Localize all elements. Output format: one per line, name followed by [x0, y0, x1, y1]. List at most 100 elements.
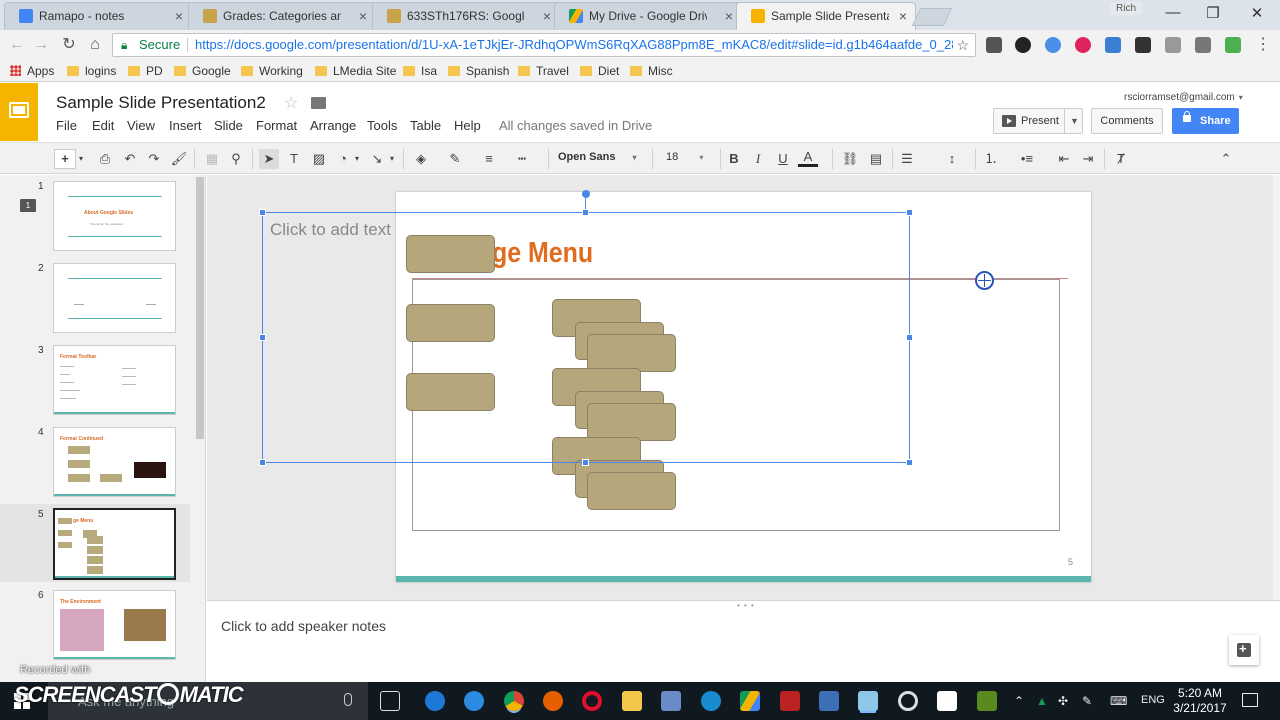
bold-icon[interactable]: B — [724, 149, 744, 169]
menu-table[interactable]: Table — [410, 118, 441, 133]
slide-thumbnail-1[interactable]: About Google Slides Tutorial for the edu… — [53, 181, 176, 251]
menu-format[interactable]: Format — [256, 118, 297, 133]
restore-icon[interactable]: ❐ — [1198, 4, 1228, 22]
slide-thumbnail-5[interactable]: ge Menu — [53, 508, 176, 580]
browser-tab-grades[interactable]: Grades: Categories and I × — [188, 2, 376, 30]
chrome-icon[interactable] — [504, 691, 524, 711]
canvas-scrollbar[interactable] — [1273, 175, 1280, 600]
microphone-icon[interactable] — [344, 693, 352, 706]
app-icon[interactable] — [898, 691, 918, 711]
notes-placeholder[interactable]: Click to add speaker notes — [221, 618, 386, 634]
bookmark-folder[interactable]: Working — [241, 63, 303, 79]
system-clock[interactable]: 5:20 AM 3/21/2017 — [1168, 686, 1232, 716]
paint-format-icon[interactable]: 🖌︎ — [169, 149, 189, 169]
bookmark-apps[interactable]: Apps — [10, 63, 54, 79]
browser-tab-slides[interactable]: Sample Slide Presentatio × — [736, 2, 916, 30]
extension-icon[interactable] — [986, 37, 1002, 53]
bookmark-folder[interactable]: Misc — [630, 63, 673, 79]
bookmark-folder[interactable]: Google — [174, 63, 231, 79]
back-icon[interactable]: ← — [6, 34, 28, 56]
decrease-indent-icon[interactable]: ⇤ — [1054, 149, 1074, 169]
collapse-icon[interactable]: ⌃ — [1216, 149, 1236, 169]
fill-color-icon[interactable]: ◈ — [411, 149, 431, 169]
file-explorer-icon[interactable] — [622, 691, 642, 711]
resize-handle-w[interactable] — [259, 334, 266, 341]
extension-icon[interactable] — [1135, 37, 1151, 53]
drive-tray-icon[interactable]: ▲ — [1036, 694, 1048, 708]
app-icon[interactable] — [780, 691, 800, 711]
bulleted-list-icon[interactable]: •≡ — [1017, 149, 1037, 169]
bookmark-star-icon[interactable]: ☆ — [956, 34, 969, 56]
shape-icon[interactable]: ◔ — [333, 149, 353, 169]
menu-help[interactable]: Help — [454, 118, 481, 133]
bookmark-folder[interactable]: PD — [128, 63, 163, 79]
bookmark-folder[interactable]: Isa — [403, 63, 437, 79]
resize-handle-n[interactable] — [582, 209, 589, 216]
slide-thumbnail-4[interactable]: Format Continued — [53, 427, 176, 497]
numbered-list-icon[interactable]: ⒈ — [981, 149, 1001, 169]
action-center-icon[interactable] — [1242, 693, 1258, 707]
border-weight-icon[interactable]: ≡ — [479, 149, 499, 169]
close-tab-icon[interactable]: × — [543, 3, 551, 29]
slides-logo-icon[interactable] — [0, 83, 38, 141]
resize-handle-ne[interactable] — [906, 209, 913, 216]
selected-textbox[interactable] — [262, 212, 910, 463]
account-switcher[interactable]: rsciorramset@gmail.com ▾ — [1124, 92, 1243, 103]
rotate-handle[interactable] — [582, 190, 590, 198]
profile-chip[interactable]: Rich — [1110, 2, 1143, 15]
close-tab-icon[interactable]: × — [359, 3, 367, 29]
slide-thumbnail-2[interactable] — [53, 263, 176, 333]
store-icon[interactable] — [937, 691, 957, 711]
bookmark-folder[interactable]: Travel — [518, 63, 569, 79]
italic-icon[interactable]: I — [748, 149, 768, 169]
image-icon[interactable]: ▨ — [309, 149, 329, 169]
font-size-select[interactable]: 18 ▾ — [666, 151, 714, 163]
bookmark-folder[interactable]: LMedia Site — [315, 63, 396, 79]
menu-insert[interactable]: Insert — [169, 118, 202, 133]
chrome-menu-icon[interactable]: ⋮ — [1252, 34, 1274, 56]
edge-icon[interactable] — [425, 691, 445, 711]
opera-icon[interactable] — [582, 691, 602, 711]
extension-icon[interactable] — [1015, 37, 1031, 53]
document-title[interactable]: Sample Slide Presentation2 — [56, 93, 266, 113]
resize-handle-e[interactable] — [906, 334, 913, 341]
firefox-icon[interactable] — [543, 691, 563, 711]
link-icon[interactable]: ⛓︎ — [840, 149, 860, 169]
explore-button[interactable] — [1229, 635, 1259, 665]
redo-icon[interactable]: ↷ — [144, 149, 164, 169]
minimize-icon[interactable]: — — [1158, 4, 1188, 21]
extension-icon[interactable] — [1045, 37, 1061, 53]
close-window-icon[interactable]: ✕ — [1242, 4, 1272, 22]
underline-icon[interactable]: U — [773, 149, 793, 169]
extension-icon[interactable] — [1165, 37, 1181, 53]
close-tab-icon[interactable]: × — [899, 3, 907, 29]
chevron-up-icon[interactable]: ⌃ — [1014, 694, 1024, 708]
slide-thumbnail-6[interactable]: The Environment — [53, 590, 176, 660]
comment-badge[interactable]: 1 — [20, 199, 36, 212]
home-icon[interactable]: ⌂ — [84, 34, 106, 56]
submenu-shape[interactable] — [587, 472, 676, 510]
dropbox-icon[interactable]: ✣ — [1058, 694, 1068, 708]
pinterest-icon[interactable] — [1075, 37, 1091, 53]
resize-handle-se[interactable] — [906, 459, 913, 466]
undo-icon[interactable]: ↶ — [120, 149, 140, 169]
menu-view[interactable]: View — [127, 118, 155, 133]
move-folder-icon[interactable] — [311, 97, 326, 109]
border-dash-icon[interactable]: ┅ — [512, 149, 532, 169]
line-spacing-icon[interactable]: ↕ — [942, 149, 962, 169]
chevron-down-icon[interactable]: ▾ — [387, 149, 397, 169]
present-button[interactable]: Present ▼ — [993, 108, 1083, 134]
speaker-notes-panel[interactable]: • • • Click to add speaker notes — [207, 600, 1280, 682]
save-status[interactable]: All changes saved in Drive — [499, 118, 652, 133]
app-icon[interactable] — [701, 691, 721, 711]
browser-tab-ramapo[interactable]: Ramapo - notes × — [4, 2, 192, 30]
browser-tab-633[interactable]: 633STh176RS: Google Sl × — [372, 2, 560, 30]
increase-indent-icon[interactable]: ⇥ — [1078, 149, 1098, 169]
menu-file[interactable]: File — [56, 118, 77, 133]
browser-tab-drive[interactable]: My Drive - Google Drive × — [554, 2, 742, 30]
clear-formatting-icon[interactable]: Ⱦ — [1111, 149, 1131, 169]
star-icon[interactable]: ☆ — [284, 93, 298, 113]
filmstrip-scrollbar[interactable] — [196, 177, 204, 439]
extension-icon[interactable] — [1225, 37, 1241, 53]
app-icon[interactable] — [858, 691, 878, 711]
